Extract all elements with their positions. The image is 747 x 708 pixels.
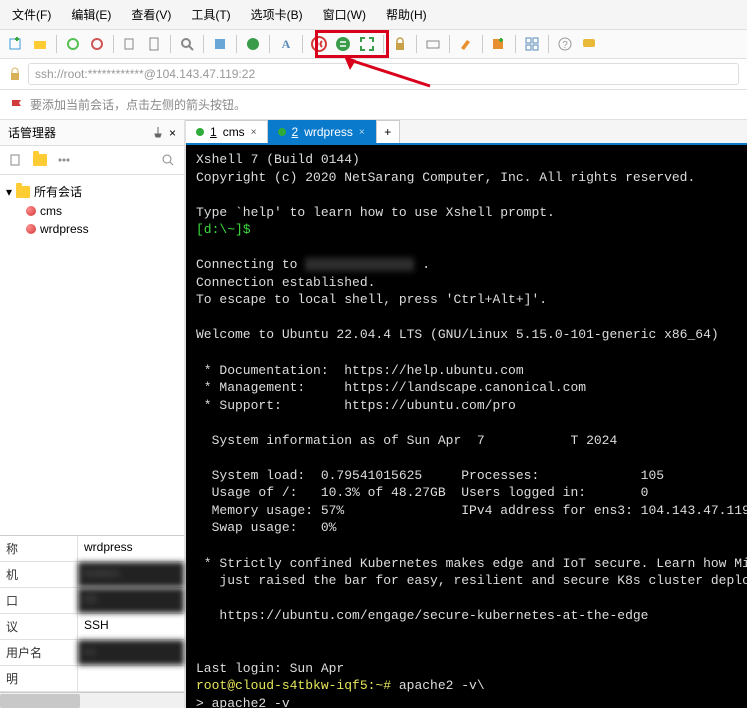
tab-index: 1 [210, 125, 217, 139]
tab-cms[interactable]: 1 cms × [186, 120, 268, 143]
search-icon[interactable] [177, 34, 197, 54]
tree-item-label: wrdpress [40, 222, 89, 236]
prop-val: hidden [78, 562, 184, 587]
menu-file[interactable]: 文件(F) [8, 4, 55, 25]
tree-item-cms[interactable]: cms [6, 202, 178, 220]
hint-bar: 要添加当前会话，点击左侧的箭头按钮。 [0, 90, 747, 120]
lock-icon[interactable] [390, 34, 410, 54]
tree-toolbar [0, 146, 184, 175]
flag-icon [10, 98, 24, 112]
tab-add-button[interactable]: + [376, 120, 400, 143]
chat-icon[interactable] [579, 34, 599, 54]
menu-bar: 文件(F) 编辑(E) 查看(V) 工具(T) 选项卡(B) 窗口(W) 帮助(… [0, 0, 747, 30]
terminal[interactable]: Xshell 7 (Build 0144) Copyright (c) 2020… [186, 145, 747, 708]
properties-icon[interactable] [210, 34, 230, 54]
paste-icon[interactable] [144, 34, 164, 54]
layout-icon[interactable] [522, 34, 542, 54]
open-icon[interactable] [30, 34, 50, 54]
prop-key: 口 [0, 588, 78, 613]
tree-root-label: 所有会话 [34, 183, 82, 200]
tree-root[interactable]: ▾ 所有会话 [6, 181, 178, 202]
session-icon [26, 206, 36, 216]
panel-header: 话管理器 × [0, 120, 184, 146]
tree-more-icon[interactable] [54, 150, 74, 170]
content-area: 1 cms × 2 wrdpress × + Xshell 7 (Build 0… [186, 120, 747, 708]
menu-help[interactable]: 帮助(H) [382, 4, 431, 25]
tab-label: wrdpress [304, 125, 353, 139]
tab-close-icon[interactable]: × [359, 127, 365, 138]
menu-view[interactable]: 查看(V) [127, 4, 175, 25]
menu-tools[interactable]: 工具(T) [187, 4, 234, 25]
help-icon[interactable]: ? [555, 34, 575, 54]
tab-wrdpress[interactable]: 2 wrdpress × [268, 120, 376, 143]
prop-key: 机 [0, 562, 78, 587]
svg-text:?: ? [562, 40, 568, 51]
lock-icon [8, 67, 22, 81]
globe-icon[interactable] [243, 34, 263, 54]
tab-index: 2 [292, 125, 299, 139]
address-input[interactable]: ssh://root:************@104.143.47.119:2… [28, 63, 739, 85]
new-session-icon[interactable] [6, 34, 26, 54]
prop-key: 明 [0, 666, 78, 691]
address-bar: ssh://root:************@104.143.47.119:2… [0, 59, 747, 90]
prop-key: 称 [0, 536, 78, 561]
prop-val: wrdpress [78, 536, 184, 561]
tab-label: cms [223, 125, 245, 139]
prop-val: 00 [78, 588, 184, 613]
new-window-icon[interactable] [489, 34, 509, 54]
folder-icon [16, 186, 30, 198]
collapse-icon: ▾ [6, 185, 12, 199]
status-dot-icon [196, 128, 204, 136]
prop-val: xx [78, 640, 184, 665]
menu-edit[interactable]: 编辑(E) [67, 4, 115, 25]
close-icon[interactable]: × [169, 126, 176, 140]
prop-val [78, 666, 184, 691]
session-icon [26, 224, 36, 234]
xshell-red-icon[interactable] [309, 34, 329, 54]
copy-icon[interactable] [120, 34, 140, 54]
xftp-green-icon[interactable] [333, 34, 353, 54]
panel-title: 话管理器 [8, 124, 56, 141]
tree-new-icon[interactable] [6, 150, 26, 170]
tree-search-icon[interactable] [158, 150, 178, 170]
session-manager-panel: 话管理器 × ▾ 所有会话 cms [0, 120, 186, 708]
menu-tabs[interactable]: 选项卡(B) [247, 4, 307, 25]
menu-window[interactable]: 窗口(W) [319, 4, 370, 25]
tree-item-label: cms [40, 204, 62, 218]
fullscreen-icon[interactable] [357, 34, 377, 54]
disconnect-icon[interactable] [87, 34, 107, 54]
hint-text: 要添加当前会话，点击左侧的箭头按钮。 [30, 96, 246, 113]
tree-folder-icon[interactable] [30, 150, 50, 170]
keyboard-icon[interactable] [423, 34, 443, 54]
horizontal-scrollbar[interactable] [0, 692, 184, 708]
session-tree: ▾ 所有会话 cms wrdpress [0, 175, 184, 244]
tree-item-wrdpress[interactable]: wrdpress [6, 220, 178, 238]
highlight-icon[interactable] [456, 34, 476, 54]
tab-close-icon[interactable]: × [251, 127, 257, 138]
toolbar: A ? [0, 30, 747, 59]
prop-key: 用户名 [0, 640, 78, 665]
status-dot-icon [278, 128, 286, 136]
prop-val: SSH [78, 614, 184, 639]
pin-icon[interactable] [151, 126, 165, 140]
reconnect-icon[interactable] [63, 34, 83, 54]
tab-bar: 1 cms × 2 wrdpress × + [186, 120, 747, 145]
properties-grid: 称wrdpress 机hidden 口00 议SSH 用户名xx 明 [0, 535, 184, 692]
prop-key: 议 [0, 614, 78, 639]
font-icon[interactable]: A [276, 34, 296, 54]
